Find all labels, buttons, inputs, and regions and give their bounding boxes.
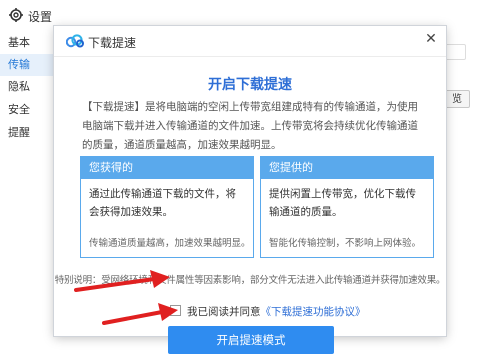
settings-sidebar: 基本 传输 隐私 安全 提醒 bbox=[0, 32, 60, 336]
agree-label: 我已阅读并同意 bbox=[187, 306, 261, 318]
dialog-intro: 【下载提速】是将电脑端的空闲上传带宽组建成特有的传输通道，为使用电脑端下载并进入… bbox=[82, 101, 418, 151]
agreement-link[interactable]: 《下载提速功能协议》 bbox=[261, 306, 366, 318]
annotation-arrow-checkbox bbox=[74, 270, 170, 292]
agreement-row: 我已阅读并同意《下载提速功能协议》 bbox=[170, 304, 366, 318]
settings-title: 设置 bbox=[28, 10, 53, 24]
sidebar-item-basic[interactable]: 基本 bbox=[0, 32, 60, 54]
contribution-card: 您提供的 提供闲置上传带宽，优化下载传输通道的质量。 智能化传输控制，不影响上网… bbox=[260, 156, 434, 258]
sidebar-item-privacy[interactable]: 隐私 bbox=[0, 76, 60, 98]
settings-field[interactable] bbox=[444, 44, 466, 60]
card-body: 提供闲置上传带宽，优化下载传输通道的质量。 bbox=[269, 188, 416, 218]
card-note: 智能化传输控制，不影响上网体验。 bbox=[269, 238, 422, 249]
sidebar-item-transfer[interactable]: 传输 bbox=[0, 54, 60, 76]
benefit-card: 您获得的 通过此传输通道下载的文件，将会获得加速效果。 传输通道质量越高，加速效… bbox=[80, 156, 254, 258]
card-title: 您获得的 bbox=[81, 157, 253, 179]
card-body: 通过此传输通道下载的文件，将会获得加速效果。 bbox=[89, 188, 236, 218]
close-icon[interactable]: ✕ bbox=[422, 30, 440, 48]
card-note: 传输通道质量越高，加速效果越明显。 bbox=[89, 238, 251, 249]
dialog-heading: 开启下载提速 bbox=[208, 77, 292, 93]
start-speedup-button[interactable]: 开启提速模式 bbox=[168, 326, 334, 354]
cloud-logo-icon bbox=[66, 34, 84, 48]
card-title: 您提供的 bbox=[261, 157, 433, 179]
browse-button[interactable]: 览 bbox=[444, 90, 470, 108]
sidebar-item-reminder[interactable]: 提醒 bbox=[0, 122, 60, 144]
dialog-title: 下载提速 bbox=[88, 36, 137, 50]
annotation-arrow-button bbox=[102, 303, 178, 325]
sidebar-item-security[interactable]: 安全 bbox=[0, 99, 60, 121]
dialog-titlebar: 下载提速 ✕ bbox=[54, 26, 446, 57]
gear-icon bbox=[9, 8, 23, 22]
